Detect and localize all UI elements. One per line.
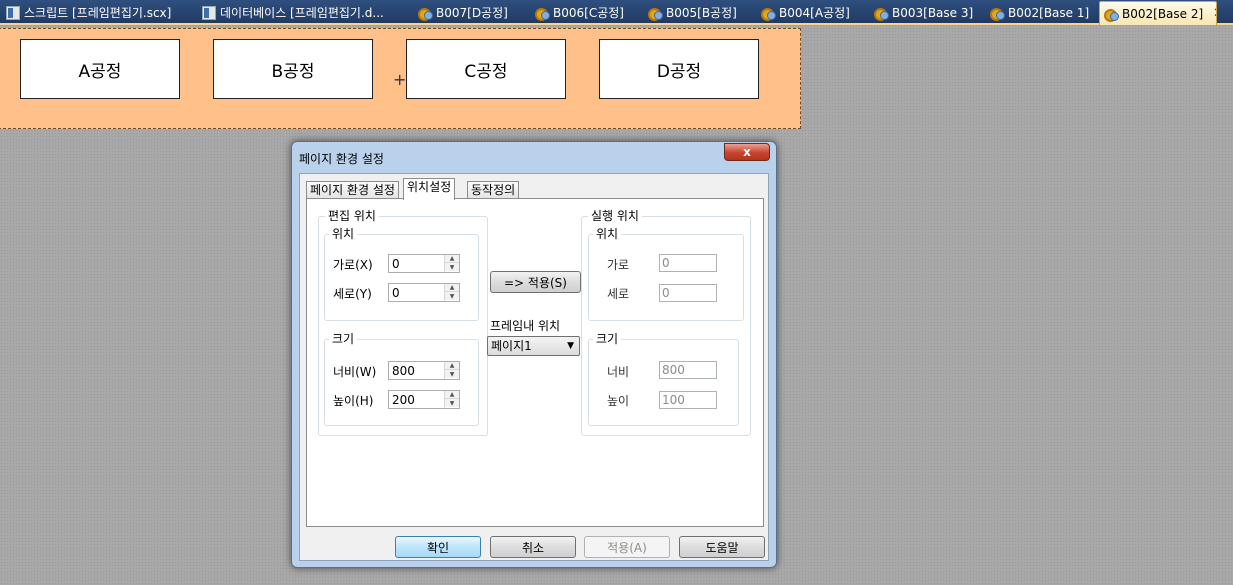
spin-down-icon[interactable]: ▼ — [445, 399, 459, 407]
position-settings-panel: 편집 위치 위치 가로(X) ▲ ▼ 세로(Y) — [306, 198, 764, 527]
tab-action-definition[interactable]: 동작정의 — [467, 181, 520, 199]
process-box-c[interactable]: C공정 — [406, 39, 566, 99]
close-tab-icon[interactable]: ✕ — [1213, 6, 1216, 21]
runtime-width-value: 800 — [659, 361, 717, 379]
edit-x-spin-buttons[interactable]: ▲ ▼ — [444, 255, 459, 272]
spin-down-icon[interactable]: ▼ — [445, 263, 459, 271]
spin-up-icon[interactable]: ▲ — [445, 255, 459, 263]
apply-to-runtime-button[interactable]: => 적용(S) — [490, 271, 581, 293]
edit-height-input[interactable] — [389, 391, 443, 408]
edit-y-input[interactable] — [389, 284, 443, 301]
frame-position-select[interactable]: 페이지1 ▼ — [487, 336, 580, 356]
gear-icon — [1104, 7, 1119, 22]
gear-icon — [648, 6, 663, 21]
tab-page-settings[interactable]: 페이지 환경 설정 — [306, 181, 399, 199]
tab-b002-base1[interactable]: B002[Base 1] — [986, 2, 1098, 23]
runtime-size-group: 크기 너비 800 높이 100 — [588, 332, 739, 426]
gear-icon — [418, 6, 433, 21]
process-box-a[interactable]: A공정 — [20, 39, 180, 99]
runtime-height-value: 100 — [659, 391, 717, 409]
tab-label: 데이터베이스 [프레임편집기.d... — [220, 6, 384, 20]
design-page-frame[interactable]: A공정 B공정 C공정 D공정 + — [0, 28, 801, 129]
tab-b006[interactable]: B006[C공정] — [531, 2, 641, 23]
chevron-down-icon: ▼ — [567, 341, 574, 351]
runtime-position-group: 실행 위치 위치 가로 0 세로 0 크기 너비 800 높이 100 — [581, 209, 751, 436]
tab-label: B002[Base 2] — [1122, 6, 1204, 21]
edit-size-group: 크기 너비(W) ▲ ▼ 높이(H) ▲ ▼ — [324, 332, 479, 426]
edit-x-label: 가로(X) — [333, 258, 373, 272]
document-tab-strip: 스크립트 [프레임편집기.scx] 데이터베이스 [프레임편집기.d... B0… — [0, 0, 1233, 25]
edit-location-group-label: 위치 — [329, 227, 358, 241]
tab-position-settings[interactable]: 위치설정 — [403, 178, 456, 200]
ok-button[interactable]: 확인 — [395, 536, 481, 558]
gear-icon — [874, 6, 889, 21]
edit-y-stepper[interactable]: ▲ ▼ — [388, 283, 460, 302]
runtime-location-group-label: 위치 — [593, 227, 622, 241]
frame-position-label: 프레임내 위치 — [490, 319, 561, 333]
frame-position-selected: 페이지1 — [491, 339, 532, 353]
help-button[interactable]: 도움말 — [679, 536, 765, 558]
edit-y-label: 세로(Y) — [333, 287, 372, 301]
tab-b004[interactable]: B004[A공정] — [757, 2, 867, 23]
tab-label: 스크립트 [프레임편집기.scx] — [24, 6, 172, 20]
runtime-x-label: 가로 — [607, 258, 630, 272]
gear-icon — [990, 6, 1005, 21]
edit-position-group: 편집 위치 위치 가로(X) ▲ ▼ 세로(Y) — [318, 209, 488, 436]
edit-x-stepper[interactable]: ▲ ▼ — [388, 254, 460, 273]
edit-position-group-label: 편집 위치 — [325, 209, 379, 223]
tab-label: B004[A공정] — [779, 6, 850, 20]
edit-width-spin-buttons[interactable]: ▲ ▼ — [444, 362, 459, 379]
document-icon — [6, 5, 20, 20]
edit-height-stepper[interactable]: ▲ ▼ — [388, 390, 460, 409]
runtime-position-group-label: 실행 위치 — [588, 209, 642, 223]
tab-label: B007[D공정] — [436, 6, 508, 20]
edit-width-input[interactable] — [389, 362, 443, 379]
runtime-width-label: 너비 — [607, 365, 630, 379]
gear-icon — [761, 6, 776, 21]
edit-y-spin-buttons[interactable]: ▲ ▼ — [444, 284, 459, 301]
crosshair-cursor-icon: + — [393, 70, 407, 89]
edit-x-input[interactable] — [389, 255, 443, 272]
process-box-b[interactable]: B공정 — [213, 39, 373, 99]
edit-size-group-label: 크기 — [329, 332, 358, 346]
tab-b003[interactable]: B003[Base 3] — [870, 2, 982, 23]
dialog-close-button[interactable]: x — [724, 143, 770, 161]
gear-icon — [535, 6, 550, 21]
runtime-location-group: 위치 가로 0 세로 0 — [588, 227, 744, 321]
tab-label: B005[B공정] — [666, 6, 737, 20]
edit-width-label: 너비(W) — [333, 365, 377, 379]
spin-up-icon[interactable]: ▲ — [445, 391, 459, 399]
tab-b007[interactable]: B007[D공정] — [414, 2, 528, 23]
dialog-title: 페이지 환경 설정 — [299, 152, 384, 166]
runtime-size-group-label: 크기 — [593, 332, 622, 346]
spin-down-icon[interactable]: ▼ — [445, 292, 459, 300]
tab-b002-base2[interactable]: B002[Base 2] ✕ — [1099, 1, 1217, 25]
apply-button[interactable]: 적용(A) — [584, 536, 670, 558]
document-icon — [202, 5, 216, 20]
tab-label: B003[Base 3] — [892, 5, 974, 20]
cancel-button[interactable]: 취소 — [490, 536, 576, 558]
page-settings-dialog: 페이지 환경 설정 x 페이지 환경 설정 위치설정 동작정의 편집 위치 위치… — [291, 141, 777, 568]
dialog-client-area: 페이지 환경 설정 위치설정 동작정의 편집 위치 위치 가로(X) ▲ ▼ — [299, 173, 769, 561]
runtime-x-value: 0 — [659, 254, 717, 272]
spin-up-icon[interactable]: ▲ — [445, 362, 459, 370]
process-box-d[interactable]: D공정 — [599, 39, 759, 99]
spin-down-icon[interactable]: ▼ — [445, 370, 459, 378]
runtime-y-label: 세로 — [607, 287, 630, 301]
edit-width-stepper[interactable]: ▲ ▼ — [388, 361, 460, 380]
edit-location-group: 위치 가로(X) ▲ ▼ 세로(Y) ▲ ▼ — [324, 227, 479, 321]
runtime-y-value: 0 — [659, 284, 717, 302]
tab-label: B006[C공정] — [553, 6, 624, 20]
runtime-height-label: 높이 — [607, 394, 630, 408]
tab-script[interactable]: 스크립트 [프레임편집기.scx] — [2, 2, 194, 23]
edit-height-spin-buttons[interactable]: ▲ ▼ — [444, 391, 459, 408]
edit-height-label: 높이(H) — [333, 394, 374, 408]
spin-up-icon[interactable]: ▲ — [445, 284, 459, 292]
tab-label: B002[Base 1] — [1008, 5, 1090, 20]
tab-b005[interactable]: B005[B공정] — [644, 2, 754, 23]
tab-database[interactable]: 데이터베이스 [프레임편집기.d... — [198, 2, 390, 23]
